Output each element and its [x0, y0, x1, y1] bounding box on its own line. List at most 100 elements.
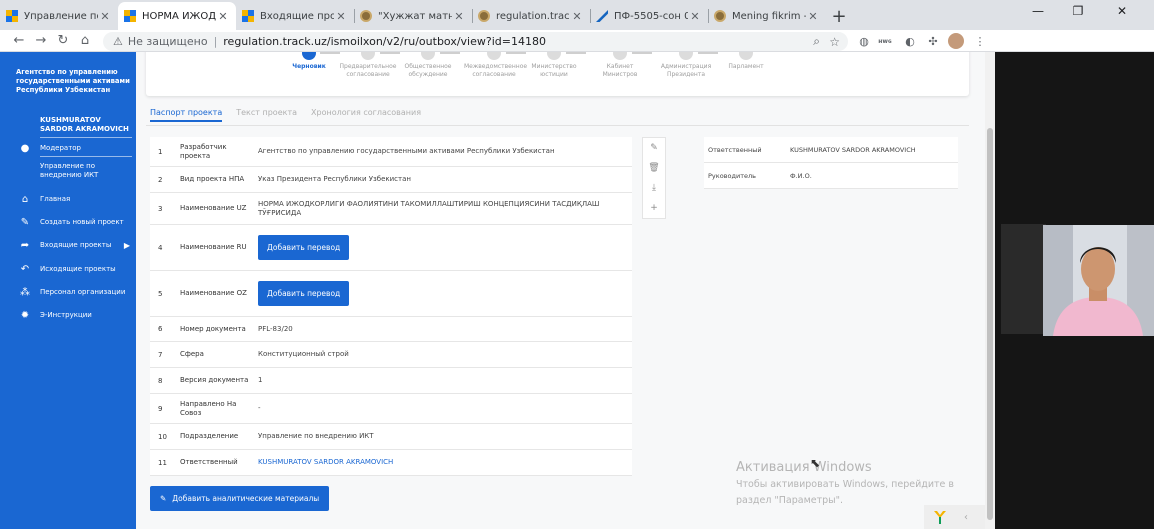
row-value: Агентство по управлению государственными…	[258, 147, 555, 155]
address-bar[interactable]: ⚠ Не защищено | regulation.track.uz/ismo…	[103, 32, 848, 51]
add-translation-oz-button[interactable]: Добавить перевод	[258, 281, 350, 306]
puzzle-icon[interactable]: ✣	[925, 33, 941, 49]
new-tab-button[interactable]: +	[826, 2, 852, 30]
scrollbar[interactable]	[985, 52, 995, 529]
trash-icon[interactable]: 🗑	[643, 158, 665, 178]
close-icon[interactable]: ✕	[806, 10, 820, 23]
table-row: 5 Наименование OZ Добавить перевод	[150, 271, 632, 317]
scrollbar-thumb[interactable]	[987, 128, 993, 520]
tab-text[interactable]: Текст проекта	[236, 108, 297, 122]
sidebar-item-label: Главная	[40, 195, 71, 203]
info-row: Руководитель Ф.И.О.	[704, 163, 958, 189]
sidebar-item-create-project[interactable]: ✎ Создать новый проект	[0, 218, 136, 228]
browser-tab[interactable]: regulation.track.u ✕	[472, 2, 590, 30]
row-label: Разработчик проекта	[180, 142, 227, 160]
add-analytics-button[interactable]: ✎ Добавить аналитические материалы	[150, 486, 330, 511]
reload-icon[interactable]: ↻	[52, 33, 74, 48]
info-value: Ф.И.О.	[790, 171, 812, 180]
step-dot	[302, 52, 316, 60]
globe-icon[interactable]: ◍	[856, 33, 872, 49]
responsible-link[interactable]: KUSHMURATOV SARDOR AKRAMOVICH	[258, 458, 632, 467]
divider: |	[213, 35, 218, 48]
screen: Управление поль ✕ НОРМА ИЖОДКО ✕ Входящи…	[0, 0, 1154, 529]
tab-chronology[interactable]: Хронология согласования	[311, 108, 421, 122]
row-number: 10	[158, 432, 167, 441]
tab-title: ПФ-5505-сон 08.	[614, 10, 688, 22]
table-row: 3 Наименование UZ НОРМА ИЖОДКОРЛИГИ ФАОЛ…	[150, 193, 632, 225]
browser-tab[interactable]: Управление поль ✕	[0, 2, 118, 30]
menu-icon[interactable]: ⋮	[972, 33, 988, 49]
download-icon[interactable]: ⤓	[643, 178, 665, 198]
app-logo-icon	[934, 511, 946, 524]
extension-icon[interactable]: ʜᴡɢ	[877, 33, 893, 49]
step-dot	[361, 52, 375, 60]
sidebar-item-staff[interactable]: ⁂ Персонал организации	[0, 288, 136, 298]
row-label: Наименование OZ	[180, 289, 247, 297]
row-number: 9	[158, 404, 163, 413]
sidebar-item-outgoing[interactable]: ↶ Исходящие проекты	[0, 265, 136, 275]
mouse-cursor-icon: ⬉	[810, 456, 821, 470]
step-interagency: Межведомственное согласование	[464, 52, 527, 79]
chevron-left-icon[interactable]: ‹	[964, 512, 968, 523]
row-number: 2	[158, 175, 163, 184]
zoom-icon[interactable]: ⌕	[813, 34, 820, 49]
row-number: 5	[158, 289, 163, 298]
presenter-image	[1043, 225, 1154, 336]
sidebar-item-moderator[interactable]: ● Модератор	[0, 144, 136, 154]
sidebar-item-incoming[interactable]: ➦ Входящие проекты ▶	[0, 241, 136, 251]
info-key: Ответственный	[708, 145, 762, 154]
add-translation-ru-button[interactable]: Добавить перевод	[258, 235, 350, 260]
plus-icon[interactable]: +	[643, 198, 665, 218]
row-number: 1	[158, 147, 163, 156]
step-label: Черновик	[292, 63, 326, 70]
star-icon[interactable]: ☆	[829, 35, 840, 49]
home-icon: ⌂	[21, 194, 29, 205]
close-icon[interactable]: ✕	[688, 10, 702, 23]
close-icon[interactable]: ✕	[216, 10, 230, 23]
table-row: 11 Ответственный KUSHMURATOV SARDOR AKRA…	[150, 450, 632, 476]
circle-extension-icon[interactable]: ◐	[902, 33, 918, 49]
browser-tab[interactable]: "Хужжат матнин ✕	[354, 2, 472, 30]
step-connector	[440, 52, 460, 54]
step-label: Предварительное согласование	[339, 63, 397, 78]
watermark-heading: Активация Windows	[736, 460, 872, 475]
browser-tab[interactable]: ПФ-5505-сон 08. ✕	[590, 2, 708, 30]
browser-tab-active[interactable]: НОРМА ИЖОДКО ✕	[118, 2, 236, 30]
back-icon[interactable]: ←	[8, 33, 30, 48]
step-connector	[380, 52, 400, 54]
button-label: Добавить аналитические материалы	[172, 494, 320, 503]
warning-icon: ⚠	[113, 35, 123, 48]
row-value: Добавить перевод	[258, 281, 632, 306]
browser-tab[interactable]: Входящие проект ✕	[236, 2, 354, 30]
user-name[interactable]: KUSHMURATOV SARDOR AKRAMOVICH	[40, 116, 130, 134]
close-window-icon[interactable]: ✕	[1102, 4, 1142, 18]
edit-icon[interactable]: ✎	[643, 138, 665, 158]
row-label: Наименование UZ	[180, 204, 247, 212]
step-connector	[698, 52, 718, 54]
home-icon[interactable]: ⌂	[74, 33, 96, 48]
restore-icon[interactable]: ❐	[1058, 4, 1098, 18]
tab-title: regulation.track.u	[496, 10, 570, 22]
table-row: 9 Направлено На Совоз -	[150, 394, 632, 424]
browser-tab[interactable]: Mening fikrim - 7 ✕	[708, 2, 826, 30]
avatar[interactable]	[948, 33, 964, 49]
step-dot	[547, 52, 561, 60]
dkp-favicon-icon	[596, 10, 608, 22]
sidebar-item-home[interactable]: ⌂ Главная	[0, 194, 136, 205]
step-administration: Администрация Президента	[656, 52, 716, 79]
close-icon[interactable]: ✕	[452, 10, 466, 23]
tab-passport[interactable]: Паспорт проекта	[150, 108, 223, 122]
step-dot	[679, 52, 693, 60]
chevron-right-icon: ▶	[123, 241, 130, 250]
watermark-line: Чтобы активировать Windows, перейдите в	[736, 479, 954, 490]
minimize-icon[interactable]: —	[1018, 4, 1058, 18]
close-icon[interactable]: ✕	[98, 10, 112, 23]
close-icon[interactable]: ✕	[570, 10, 584, 23]
step-connector	[506, 52, 526, 54]
circle-favicon-icon	[360, 10, 372, 22]
close-icon[interactable]: ✕	[334, 10, 348, 23]
forward-icon[interactable]: →	[30, 33, 52, 48]
tab-title: Mening fikrim - 7	[732, 10, 806, 22]
sidebar-item-instructions[interactable]: ✹ Э-Инструкции	[0, 311, 136, 321]
row-number: 4	[158, 243, 163, 252]
